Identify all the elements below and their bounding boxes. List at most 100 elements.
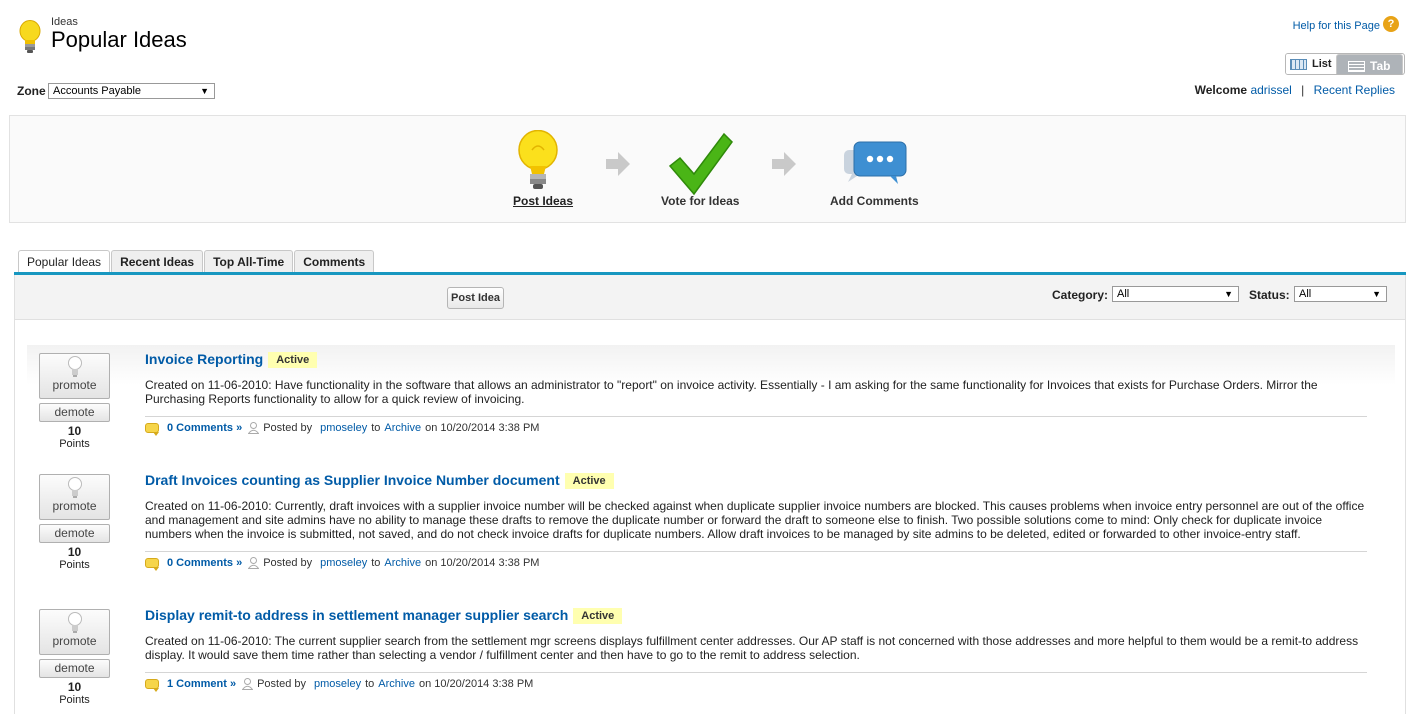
points-label: Points (59, 559, 90, 571)
demote-button[interactable]: demote (39, 659, 110, 678)
status-select-value: All (1299, 288, 1312, 300)
to-label: to (365, 678, 375, 690)
chevron-down-icon: ▼ (1372, 289, 1381, 299)
category-label: Category: (1052, 288, 1109, 302)
arrow-right-icon (606, 152, 630, 176)
points-value: 10 (67, 680, 82, 694)
idea-divider (145, 416, 1367, 417)
status-badge: Active (573, 608, 623, 624)
idea-meta: 0 Comments » Posted by pmoseley to Archi… (145, 557, 543, 571)
posted-date: on 10/20/2014 3:38 PM (425, 422, 540, 434)
promote-button[interactable]: promote (39, 474, 110, 520)
posted-date: on 10/20/2014 3:38 PM (425, 557, 540, 569)
comments-link[interactable]: 0 Comments » (167, 422, 242, 434)
demote-button[interactable]: demote (39, 403, 110, 422)
welcome-bar: Welcome adrissel | Recent Replies (1195, 83, 1395, 97)
chevron-down-icon: ▼ (1224, 289, 1233, 299)
author-link[interactable]: pmoseley (320, 422, 367, 434)
idea-title-link[interactable]: Invoice Reporting (145, 351, 263, 367)
status-badge: Active (564, 473, 614, 489)
arrow-right-icon (772, 152, 796, 176)
points-label: Points (59, 694, 90, 706)
comments-link[interactable]: 1 Comment » (167, 678, 236, 690)
lightbulb-logo-icon (19, 20, 41, 53)
idea-body: Created on 11-06-2010: The current suppl… (145, 634, 1359, 662)
lightbulb-icon (67, 477, 82, 498)
category-select[interactable]: All ▼ (1112, 286, 1239, 302)
lightbulb-icon (67, 356, 82, 377)
ideas-toolbar: Post Idea Category: All ▼ Status: All ▼ (15, 275, 1405, 320)
to-label: to (371, 557, 381, 569)
promote-label: promote (52, 499, 97, 513)
idea-meta: 1 Comment » Posted by pmoseley to Archiv… (145, 678, 537, 692)
comment-icon (145, 679, 159, 692)
idea-body: Created on 11-06-2010: Currently, draft … (145, 499, 1365, 541)
zone-link[interactable]: Archive (384, 557, 421, 569)
points-value: 10 (67, 545, 82, 559)
tab-view-button[interactable]: Tab (1335, 54, 1403, 74)
help-icon[interactable]: ? (1383, 16, 1399, 32)
recent-replies-link[interactable]: Recent Replies (1314, 83, 1395, 97)
zone-select[interactable]: Accounts Payable ▼ (48, 83, 215, 99)
list-view-label: List (1311, 58, 1332, 70)
author-link[interactable]: pmoseley (320, 557, 367, 569)
user-icon (242, 678, 254, 690)
tab-top-all-time[interactable]: Top All-Time (204, 250, 294, 274)
posted-by-label: Posted by (263, 422, 313, 434)
checkmark-icon (668, 132, 733, 196)
zone-link[interactable]: Archive (378, 678, 415, 690)
zone-link[interactable]: Archive (384, 422, 421, 434)
points-label: Points (59, 438, 90, 450)
user-link[interactable]: adrissel (1250, 83, 1291, 97)
page-title: Popular Ideas (51, 27, 187, 52)
idea-divider (145, 551, 1367, 552)
vote-for-ideas-label: Vote for Ideas (661, 194, 740, 208)
lightbulb-icon (67, 612, 82, 633)
post-idea-button[interactable]: Post Idea (447, 287, 504, 309)
zone-select-value: Accounts Payable (53, 85, 142, 97)
category-select-value: All (1117, 288, 1130, 300)
help-link[interactable]: Help for this Page (1293, 20, 1380, 32)
promote-button[interactable]: promote (39, 609, 110, 655)
tab-bar: Popular Ideas Recent Ideas Top All-Time … (18, 250, 375, 275)
idea-item: promote demote 10 Points Display remit-t… (27, 601, 1395, 714)
welcome-label: Welcome (1194, 83, 1248, 97)
comment-icon (145, 423, 159, 436)
posted-date: on 10/20/2014 3:38 PM (418, 678, 534, 690)
steps-panel: Post Ideas Vote for Ideas Add Comments (9, 115, 1406, 223)
idea-title: Draft Invoices counting as Supplier Invo… (145, 472, 614, 489)
view-toggle: List Tab (1285, 53, 1405, 75)
tab-comments[interactable]: Comments (294, 250, 375, 274)
status-badge: Active (268, 352, 318, 368)
tab-recent-ideas[interactable]: Recent Ideas (111, 250, 204, 274)
zone-label: Zone (17, 84, 46, 98)
idea-title-link[interactable]: Display remit-to address in settlement m… (145, 607, 568, 623)
idea-divider (145, 672, 1367, 673)
points-value: 10 (67, 424, 82, 438)
idea-body: Created on 11-06-2010: Have functionalit… (145, 378, 1318, 406)
comment-icon (145, 558, 159, 571)
chevron-down-icon: ▼ (200, 86, 209, 96)
lightbulb-icon[interactable] (516, 130, 560, 194)
post-ideas-link[interactable]: Post Ideas (513, 194, 573, 208)
idea-title: Display remit-to address in settlement m… (145, 607, 623, 624)
idea-title-link[interactable]: Draft Invoices counting as Supplier Invo… (145, 472, 560, 488)
list-view-button[interactable]: List (1286, 54, 1336, 74)
comments-link[interactable]: 0 Comments » (167, 557, 242, 569)
idea-title: Invoice Reporting Active (145, 351, 318, 368)
idea-meta: 0 Comments » Posted by pmoseley to Archi… (145, 422, 543, 436)
to-label: to (371, 422, 381, 434)
grid-icon (1289, 58, 1307, 70)
add-comments-label: Add Comments (830, 194, 919, 208)
tab-view-label: Tab (1370, 59, 1391, 73)
idea-item: promote demote 10 Points Draft Invoices … (27, 466, 1395, 596)
user-icon (248, 557, 260, 569)
welcome-separator: | (1301, 83, 1305, 97)
author-link[interactable]: pmoseley (314, 678, 361, 690)
demote-button[interactable]: demote (39, 524, 110, 543)
promote-label: promote (52, 634, 97, 648)
status-select[interactable]: All ▼ (1294, 286, 1387, 302)
promote-button[interactable]: promote (39, 353, 110, 399)
tab-icon (1348, 61, 1366, 72)
ideas-content: Post Idea Category: All ▼ Status: All ▼ … (14, 275, 1406, 714)
